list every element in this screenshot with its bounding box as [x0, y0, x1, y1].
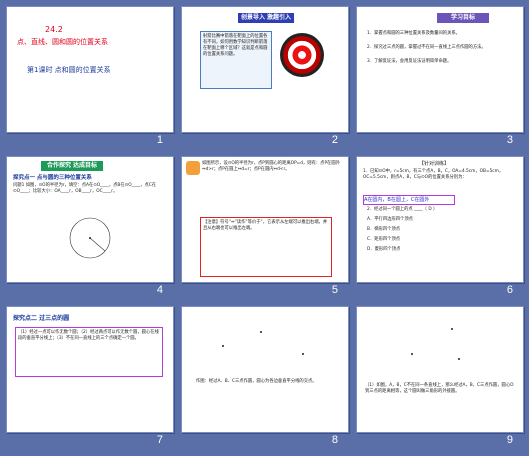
slide-thumb-2[interactable]: 创景导入 激趣引入 射箭比赛中箭落在靶面上的位置各有不同，如何用数学知识判断箭落… — [177, 2, 352, 152]
slide-number-4: 4 — [156, 284, 163, 296]
slide-thumb-1[interactable]: 24.2 点、直线、圆和圆的位置关系 第1课时 点和圆的位置关系 1 — [2, 2, 177, 152]
option-a: A．平行四边形四个顶点 — [367, 217, 413, 222]
triangle-diagram — [411, 328, 460, 360]
slide-number-1: 1 — [156, 134, 163, 146]
point-a-dot — [222, 345, 224, 347]
slide-9-canvas[interactable]: （1）如图，A，B，C不在同一条直线上，那么经过A，B，C三点作圆，圆心O到三点… — [356, 306, 524, 433]
option-c: C．矩形四个顶点 — [367, 237, 401, 242]
slide-4-heading: 探究点一 点与圆的三种位置关系 — [13, 175, 92, 181]
slide-1-subtitle: 第1课时 点和圆的位置关系 — [27, 66, 111, 74]
slide-1-title: 点、直线、圆和圆的位置关系 — [17, 38, 108, 46]
slide-thumb-8[interactable]: 作图：经过A、B、C三点作圆，圆心为各边垂直平分线的交点。 8 — [177, 302, 352, 452]
pencil-icon — [186, 161, 200, 175]
slide-5-text: 如图所示，设⊙O的半径为r，点P到圆心的距离OP=d，则有：点P在圆外⇔d>r；… — [202, 161, 340, 172]
slide-3-goal-3: 3．了解反证法，会用反证法证明简单命题。 — [367, 59, 452, 64]
slide-7-canvas[interactable]: 探究点二 过三点的圆 （1）经过一点可以作无数个圆；（2）经过两点可以作无数个圆… — [6, 306, 174, 433]
slide-5-canvas[interactable]: 如图所示，设⊙O的半径为r，点P到圆心的距离OP=d，则有：点P在圆外⇔d>r；… — [181, 156, 349, 283]
slide-thumb-4[interactable]: 合作探究 达成目标 探究点一 点与圆的三种位置关系 问题1 如图，⊙O的半径为r… — [2, 152, 177, 302]
slide-6-question-1: 1．已知⊙O中，r=5cm，有三个点A，B，C，OA=4.5cm，OB=5cm，… — [363, 169, 504, 180]
slide-3-goal-2: 2．探究过三点的圆，掌握过不在同一直线上三点作圆的方法。 — [367, 45, 486, 50]
slide-4-banner: 合作探究 达成目标 — [41, 161, 103, 171]
slide-3-canvas[interactable]: 学习目标 1．掌握点和圆的三种位置关系及数量间的关系。 2．探究过三点的圆，掌握… — [356, 6, 524, 133]
slide-1-chapter: 24.2 — [45, 25, 63, 34]
slide-2-banner: 创景导入 激趣引入 — [238, 13, 294, 23]
slide-number-5: 5 — [331, 284, 338, 296]
slide-4-canvas[interactable]: 合作探究 达成目标 探究点一 点与圆的三种位置关系 问题1 如图，⊙O的半径为r… — [6, 156, 174, 283]
slide-3-goal-1: 1．掌握点和圆的三种位置关系及数量间的关系。 — [367, 31, 460, 36]
option-b: B．梯形四个顶点 — [367, 227, 401, 232]
slide-number-9: 9 — [506, 434, 513, 446]
slide-3-banner: 学习目标 — [437, 13, 489, 23]
slide-8-canvas[interactable]: 作图：经过A、B、C三点作圆，圆心为各边垂直平分线的交点。 — [181, 306, 349, 433]
circle-diagram — [69, 217, 111, 259]
slide-thumb-9[interactable]: （1）如图，A，B，C不在同一条直线上，那么经过A，B，C三点作圆，圆心O到三点… — [352, 302, 527, 452]
slide-thumb-3[interactable]: 学习目标 1．掌握点和圆的三种位置关系及数量间的关系。 2．探究过三点的圆，掌握… — [352, 2, 527, 152]
slide-6-label: 【针对训练】 — [419, 161, 450, 167]
slide-7-text: （1）经过一点可以作无数个圆；（2）经过两点可以作无数个圆，圆心在线段的垂直平分… — [15, 327, 163, 377]
point-b-dot — [260, 331, 262, 333]
slide-5-note: 【注意】符号“⇔”读作“等价于”，它表示从左端可以推出右端，并且从右端也可以推出… — [200, 217, 332, 277]
option-d: D．菱形四个顶点 — [367, 247, 401, 252]
target-image — [280, 33, 324, 77]
slide-2-text: 射箭比赛中箭落在靶面上的位置各有不同，如何用数学知识判断箭落在靶面上哪个区域？这… — [200, 31, 272, 89]
slide-number-3: 3 — [506, 134, 513, 146]
slide-number-2: 2 — [331, 134, 338, 146]
slide-2-canvas[interactable]: 创景导入 激趣引入 射箭比赛中箭落在靶面上的位置各有不同，如何用数学知识判断箭落… — [181, 6, 349, 133]
slide-number-7: 7 — [156, 434, 163, 446]
slide-1-canvas[interactable]: 24.2 点、直线、圆和圆的位置关系 第1课时 点和圆的位置关系 — [6, 6, 174, 133]
point-c-dot — [302, 353, 304, 355]
slide-thumb-6[interactable]: 【针对训练】 1．已知⊙O中，r=5cm，有三个点A，B，C，OA=4.5cm，… — [352, 152, 527, 302]
slide-6-answer: A在圆内，B在圆上，C在圆外 — [363, 195, 455, 205]
slide-thumb-7[interactable]: 探究点二 过三点的圆 （1）经过一点可以作无数个圆；（2）经过两点可以作无数个圆… — [2, 302, 177, 452]
slide-6-question-2: 2．经过同一个圆上的点 ____（ D ） — [367, 207, 438, 212]
slide-4-question: 问题1 如图，⊙O的半径为r，填空：点A在⊙O____，点B在⊙O____，点C… — [13, 183, 157, 194]
slide-sorter-grid: 24.2 点、直线、圆和圆的位置关系 第1课时 点和圆的位置关系 1 创景导入 … — [2, 2, 527, 454]
slide-9-text: （1）如图，A，B，C不在同一条直线上，那么经过A，B，C三点作圆，圆心O到三点… — [365, 383, 514, 394]
slide-8-caption: 作图：经过A、B、C三点作圆，圆心为各边垂直平分线的交点。 — [196, 379, 317, 384]
slide-6-canvas[interactable]: 【针对训练】 1．已知⊙O中，r=5cm，有三个点A，B，C，OA=4.5cm，… — [356, 156, 524, 283]
slide-7-heading: 探究点二 过三点的圆 — [13, 315, 70, 322]
slide-number-8: 8 — [331, 434, 338, 446]
slide-thumb-5[interactable]: 如图所示，设⊙O的半径为r，点P到圆心的距离OP=d，则有：点P在圆外⇔d>r；… — [177, 152, 352, 302]
slide-number-6: 6 — [506, 284, 513, 296]
